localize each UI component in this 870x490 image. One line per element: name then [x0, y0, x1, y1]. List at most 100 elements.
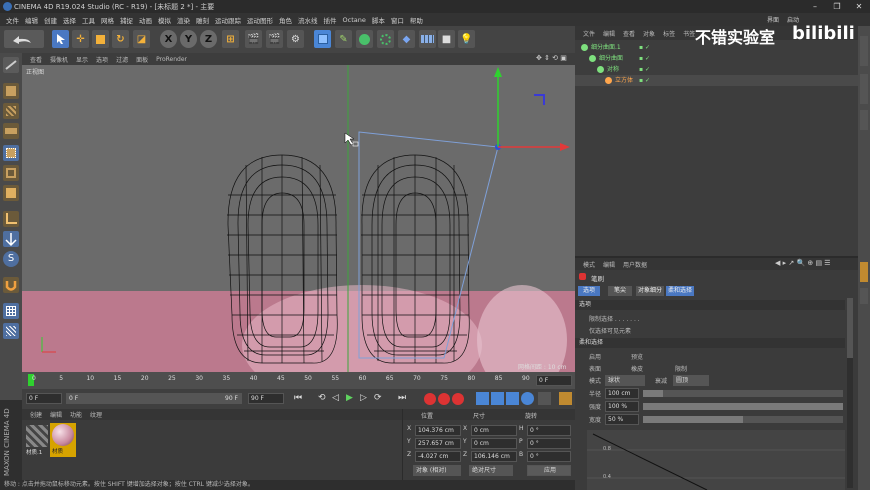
- visible-only-option[interactable]: 仅选择可见元素: [589, 326, 631, 335]
- current-frame-field[interactable]: 0 F: [536, 375, 572, 386]
- material-menu-item[interactable]: 纹理: [90, 410, 102, 419]
- menu-item[interactable]: 捕捉: [120, 15, 133, 25]
- attribute-nav-icons[interactable]: ◀ ▸ ↗ 🔍 ⊕ ▤ ☰: [775, 259, 831, 267]
- array-button[interactable]: [377, 30, 394, 48]
- menu-item[interactable]: 运动跟踪: [215, 15, 241, 25]
- menu-item[interactable]: 插件: [324, 15, 337, 25]
- object-row[interactable]: 细分曲面 ▪ ✓: [575, 53, 858, 64]
- menu-item[interactable]: 工具: [82, 15, 95, 25]
- key-pla-button[interactable]: [538, 392, 551, 405]
- front-viewport[interactable]: 正视图 网格间距 : 10 cm: [22, 65, 575, 372]
- menu-item[interactable]: 创建: [44, 15, 57, 25]
- object-menu-item[interactable]: 文件: [583, 29, 595, 38]
- material-thumbnail-2-selected[interactable]: 材质: [50, 423, 76, 457]
- material-menu-item[interactable]: 编辑: [50, 410, 62, 419]
- size-field[interactable]: 0 cm: [471, 425, 517, 436]
- tab-options[interactable]: 选项: [578, 286, 600, 296]
- axis-x-button[interactable]: X: [160, 30, 177, 48]
- restrict-checkbox[interactable]: 限制: [675, 364, 687, 373]
- render-view-button[interactable]: 🎬: [245, 30, 262, 48]
- autokey-button[interactable]: [438, 393, 450, 405]
- side-tab-objects[interactable]: [860, 36, 868, 66]
- viewport-menu-item[interactable]: ProRender: [156, 56, 187, 63]
- menu-item[interactable]: 流水线: [298, 15, 318, 25]
- radius-slider[interactable]: [643, 390, 843, 397]
- menu-item[interactable]: 帮助: [410, 15, 423, 25]
- rotation-field[interactable]: 0 °: [527, 438, 571, 449]
- menu-item[interactable]: 运动图形: [247, 15, 273, 25]
- size-mode-dropdown[interactable]: 绝对尺寸: [469, 465, 513, 476]
- record-button[interactable]: [424, 393, 436, 405]
- surface-checkbox[interactable]: 表面: [589, 364, 601, 373]
- material-menu-item[interactable]: 功能: [70, 410, 82, 419]
- menu-item[interactable]: 文件: [6, 15, 19, 25]
- object-menu-item[interactable]: 对象: [643, 29, 655, 38]
- attribute-menu-item[interactable]: 模式: [583, 260, 595, 269]
- keyframe-selection-button[interactable]: [452, 393, 464, 405]
- tab-object-subdivision[interactable]: 对象细分: [636, 286, 664, 296]
- axis-z-button[interactable]: Z: [200, 30, 217, 48]
- attribute-scrollbar[interactable]: [847, 298, 853, 488]
- step-back-button[interactable]: ⟲: [318, 393, 326, 403]
- coord-system-button[interactable]: ⊞: [222, 30, 239, 48]
- key-position-button[interactable]: [476, 392, 489, 405]
- rubber-checkbox[interactable]: 橡皮: [631, 364, 643, 373]
- viewport-menu-item[interactable]: 过滤: [116, 55, 128, 64]
- width-slider[interactable]: [643, 416, 843, 423]
- menu-item[interactable]: 角色: [279, 15, 292, 25]
- visibility-check-icon[interactable]: ▪ ✓: [639, 75, 650, 86]
- object-name[interactable]: 细分曲面: [599, 53, 623, 64]
- object-row[interactable]: 对称 ▪ ✓: [575, 64, 858, 75]
- menu-item[interactable]: Octane: [343, 16, 366, 24]
- material-menu-item[interactable]: 创建: [30, 410, 42, 419]
- menu-item[interactable]: 动画: [139, 15, 152, 25]
- material-thumbnail-1[interactable]: [26, 425, 48, 447]
- menu-item[interactable]: 网格: [101, 15, 114, 25]
- go-to-end-button[interactable]: ⏭: [398, 393, 406, 403]
- tab-soft-selection[interactable]: 柔和选择: [666, 286, 694, 296]
- object-menu-item[interactable]: 标签: [663, 29, 675, 38]
- side-tab-content[interactable]: [860, 74, 868, 104]
- viewport-menu-item[interactable]: 摄像机: [50, 55, 68, 64]
- preview-checkbox[interactable]: 预览: [631, 352, 643, 361]
- make-editable-button[interactable]: [3, 57, 19, 73]
- subdivision-button[interactable]: [356, 30, 373, 48]
- timeline-window-button[interactable]: [559, 392, 572, 405]
- viewport-menu-item[interactable]: 显示: [76, 55, 88, 64]
- falloff-dropdown[interactable]: 圆顶: [673, 375, 709, 386]
- object-name[interactable]: 对称: [607, 64, 619, 75]
- edges-mode-button[interactable]: [3, 165, 19, 181]
- width-field[interactable]: 50 %: [605, 414, 639, 425]
- viewport-nav-icons[interactable]: ✥ ⇕ ⟲ ▣: [536, 54, 567, 62]
- object-menu-item[interactable]: 书签: [683, 29, 695, 38]
- maximize-button[interactable]: ❐: [826, 0, 848, 13]
- size-field[interactable]: 106.146 cm: [471, 451, 517, 462]
- close-button[interactable]: ✕: [848, 0, 870, 13]
- strength-field[interactable]: 100 %: [605, 401, 639, 412]
- texture-mode-button[interactable]: [3, 103, 19, 119]
- coord-mode-dropdown[interactable]: 对象 (相对): [413, 465, 461, 476]
- menu-item[interactable]: 编辑: [25, 15, 38, 25]
- prev-key-button[interactable]: ◁: [332, 393, 339, 403]
- go-to-start-button[interactable]: ⏮: [294, 393, 302, 403]
- timeline-ruler[interactable]: 0 F 0 5 10 15 20 25 30 35 40 45 50 55 60 65 70 75 80 85 90: [22, 372, 575, 389]
- step-forward-button[interactable]: ⟳: [374, 393, 382, 403]
- falloff-curve-graph[interactable]: 0.8 0.4: [587, 430, 845, 490]
- menu-item[interactable]: 窗口: [391, 15, 404, 25]
- render-settings-button[interactable]: ⚙: [287, 30, 304, 48]
- position-field[interactable]: -4.027 cm: [415, 451, 461, 462]
- rotation-field[interactable]: 0 °: [527, 451, 571, 462]
- live-select-button[interactable]: ◪: [133, 30, 150, 48]
- apply-button[interactable]: 应用: [527, 465, 571, 476]
- side-tab-layer[interactable]: [860, 288, 868, 304]
- scale-tool-button[interactable]: [92, 30, 109, 48]
- next-key-button[interactable]: ▷: [360, 393, 367, 403]
- grid-workplane-button[interactable]: [3, 303, 19, 319]
- object-menu-item[interactable]: 查看: [623, 29, 635, 38]
- attribute-menu-item[interactable]: 用户数据: [623, 260, 647, 269]
- position-field[interactable]: 104.376 cm: [415, 425, 461, 436]
- axis-mode-button[interactable]: [3, 211, 19, 227]
- planar-workplane-button[interactable]: [3, 323, 19, 339]
- side-tab-attributes[interactable]: [860, 262, 868, 282]
- enable-checkbox[interactable]: 启用: [589, 352, 601, 361]
